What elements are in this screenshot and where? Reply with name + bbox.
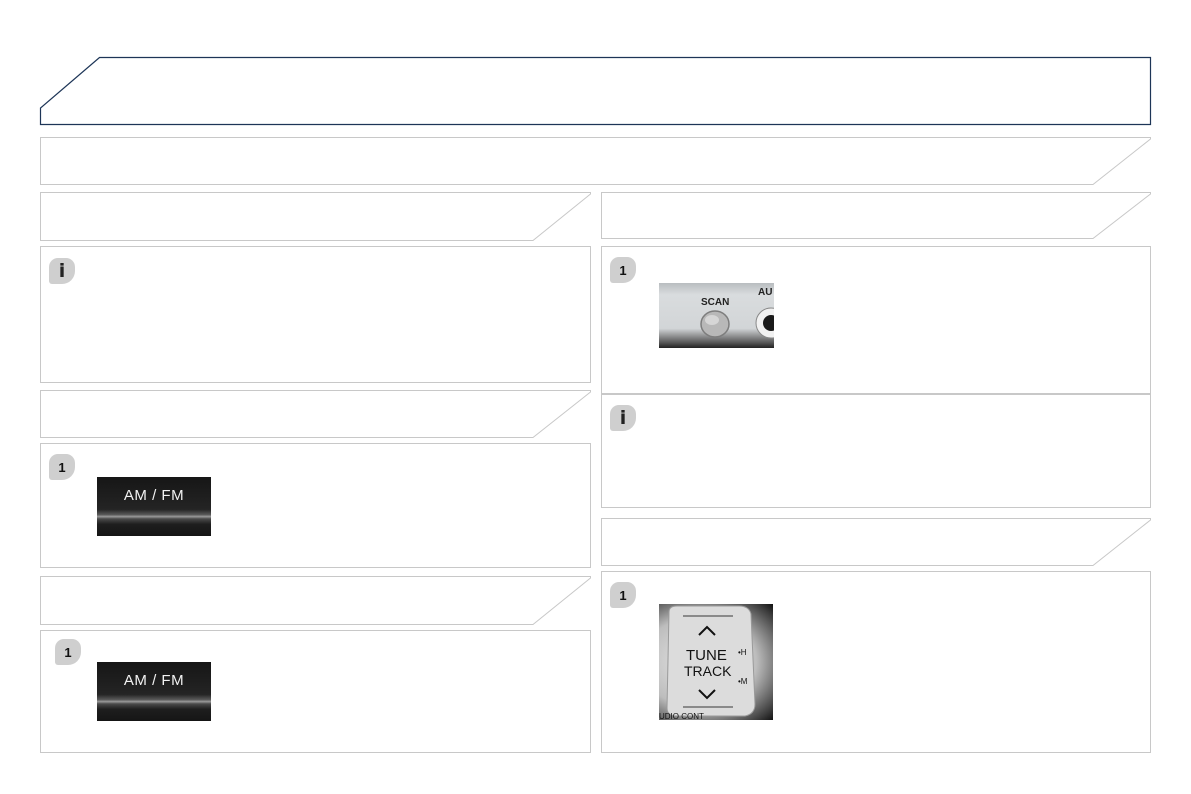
scan-label: SCAN <box>701 297 729 308</box>
h-label: •H <box>738 648 747 657</box>
tune-track-button-image: TUNE TRACK •H •M UDIO CONT <box>659 604 773 720</box>
section-header-main <box>40 137 1151 185</box>
am-fm-button-image: AM / FM <box>97 477 211 536</box>
section-header-left-2 <box>40 390 591 438</box>
section-header-left-1 <box>40 192 591 241</box>
step-panel-left-1: 1 AM / FM <box>40 443 591 568</box>
step-panel-left-2: 1 AM / FM <box>40 630 591 753</box>
am-fm-label: AM / FM <box>123 672 185 689</box>
step-number-badge: 1 <box>610 257 636 283</box>
step-number-badge: 1 <box>55 639 81 665</box>
aux-label: AU <box>758 287 772 298</box>
am-fm-label: AM / FM <box>123 487 185 504</box>
info-panel-left: i <box>40 246 591 383</box>
track-label: TRACK <box>684 663 732 679</box>
section-header-right-2 <box>601 518 1151 566</box>
scan-button-image: SCAN AU <box>659 283 774 348</box>
title-banner <box>39 56 1152 126</box>
am-fm-button-image: AM / FM <box>97 662 211 721</box>
info-panel-right: i <box>601 394 1151 508</box>
step-panel-right-2: 1 TUNE TRACK •H •M UDIO CONT <box>601 571 1151 753</box>
m-label: •M <box>738 677 748 686</box>
info-icon: i <box>49 258 75 284</box>
step-number-badge: 1 <box>610 582 636 608</box>
section-header-left-3 <box>40 576 591 625</box>
info-icon: i <box>610 405 636 431</box>
tune-label: TUNE <box>686 647 727 664</box>
section-header-right-1 <box>601 192 1151 239</box>
audio-cont-label: UDIO CONT <box>659 712 704 720</box>
step-panel-right-1: 1 SCAN AU <box>601 246 1151 394</box>
step-number-badge: 1 <box>49 454 75 480</box>
